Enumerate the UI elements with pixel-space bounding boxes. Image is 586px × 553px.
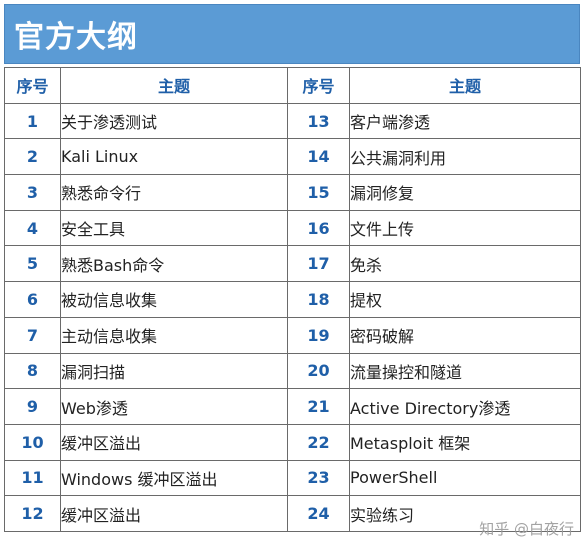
row-num-left: 8	[4, 352, 61, 390]
watermark: 知乎 @白夜行	[479, 520, 574, 538]
table-row: 9 Web渗透 21 Active Directory渗透	[4, 388, 581, 425]
row-num-right: 22	[287, 423, 350, 461]
row-topic-left: 漏洞扫描	[60, 352, 288, 390]
row-topic-left: 熟悉Bash命令	[60, 245, 288, 283]
row-topic-left: 缓冲区溢出	[60, 495, 288, 532]
row-num-right: 16	[287, 209, 350, 247]
row-num-left: 6	[4, 281, 61, 318]
row-topic-right: 文件上传	[349, 209, 581, 247]
row-topic-left: 缓冲区溢出	[60, 423, 288, 461]
table-row: 8 漏洞扫描 20 流量操控和隧道	[4, 352, 581, 390]
table-row: 4 安全工具 16 文件上传	[4, 209, 581, 247]
row-num-right: 15	[287, 174, 350, 211]
row-num-left: 4	[4, 209, 61, 247]
row-num-right: 14	[287, 138, 350, 176]
title-bar: 官方大纲	[4, 4, 580, 64]
row-num-left: 2	[4, 138, 61, 176]
row-topic-right: Active Directory渗透	[349, 388, 581, 425]
row-topic-left: Kali Linux	[60, 138, 288, 176]
table-row: 3 熟悉命令行 15 漏洞修复	[4, 174, 581, 211]
row-topic-left: 主动信息收集	[60, 316, 288, 354]
row-topic-left: 熟悉命令行	[60, 174, 288, 211]
row-num-right: 13	[287, 102, 350, 140]
row-topic-right: Metasploit 框架	[349, 423, 581, 461]
outline-table: 序号 主题 序号 主题 1 关于渗透测试 13 客户端渗透 2 Kali Linux 14 公…	[4, 67, 581, 532]
row-topic-right: PowerShell	[349, 459, 581, 497]
header-row: 序号 主题 序号 主题	[4, 67, 581, 104]
row-num-left: 3	[4, 174, 61, 211]
table-row: 1 关于渗透测试 13 客户端渗透	[4, 102, 581, 140]
header-num-left: 序号	[4, 67, 61, 104]
page-title: 官方大纲	[14, 20, 138, 55]
table-row: 6 被动信息收集 18 提权	[4, 281, 581, 318]
row-num-right: 18	[287, 281, 350, 318]
page: 官方大纲 序号 主题 序号 主题 1 关于渗透测试 13 客户端渗透 2 Kali Lin…	[0, 0, 586, 553]
row-topic-right: 公共漏洞利用	[349, 138, 581, 176]
row-num-right: 17	[287, 245, 350, 283]
row-topic-left: 被动信息收集	[60, 281, 288, 318]
row-num-left: 10	[4, 423, 61, 461]
row-num-left: 11	[4, 459, 61, 497]
row-num-left: 12	[4, 495, 61, 532]
row-num-left: 9	[4, 388, 61, 425]
row-topic-right: 流量操控和隧道	[349, 352, 581, 390]
row-num-left: 7	[4, 316, 61, 354]
row-topic-left: Windows 缓冲区溢出	[60, 459, 288, 497]
row-num-right: 20	[287, 352, 350, 390]
row-topic-right: 客户端渗透	[349, 102, 581, 140]
row-num-right: 21	[287, 388, 350, 425]
table-row: 10 缓冲区溢出 22 Metasploit 框架	[4, 423, 581, 461]
row-num-left: 5	[4, 245, 61, 283]
row-num-right: 23	[287, 459, 350, 497]
row-topic-right: 漏洞修复	[349, 174, 581, 211]
row-num-left: 1	[4, 102, 61, 140]
row-topic-left: 关于渗透测试	[60, 102, 288, 140]
row-topic-right: 提权	[349, 281, 581, 318]
table-row: 11 Windows 缓冲区溢出 23 PowerShell	[4, 459, 581, 497]
table-row: 7 主动信息收集 19 密码破解	[4, 316, 581, 354]
header-topic-right: 主题	[349, 67, 581, 104]
row-num-right: 24	[287, 495, 350, 532]
row-topic-left: Web渗透	[60, 388, 288, 425]
table-row: 5 熟悉Bash命令 17 免杀	[4, 245, 581, 283]
row-num-right: 19	[287, 316, 350, 354]
table-row: 2 Kali Linux 14 公共漏洞利用	[4, 138, 581, 176]
row-topic-right: 密码破解	[349, 316, 581, 354]
row-topic-right: 免杀	[349, 245, 581, 283]
row-topic-left: 安全工具	[60, 209, 288, 247]
header-num-right: 序号	[287, 67, 350, 104]
header-topic-left: 主题	[60, 67, 288, 104]
